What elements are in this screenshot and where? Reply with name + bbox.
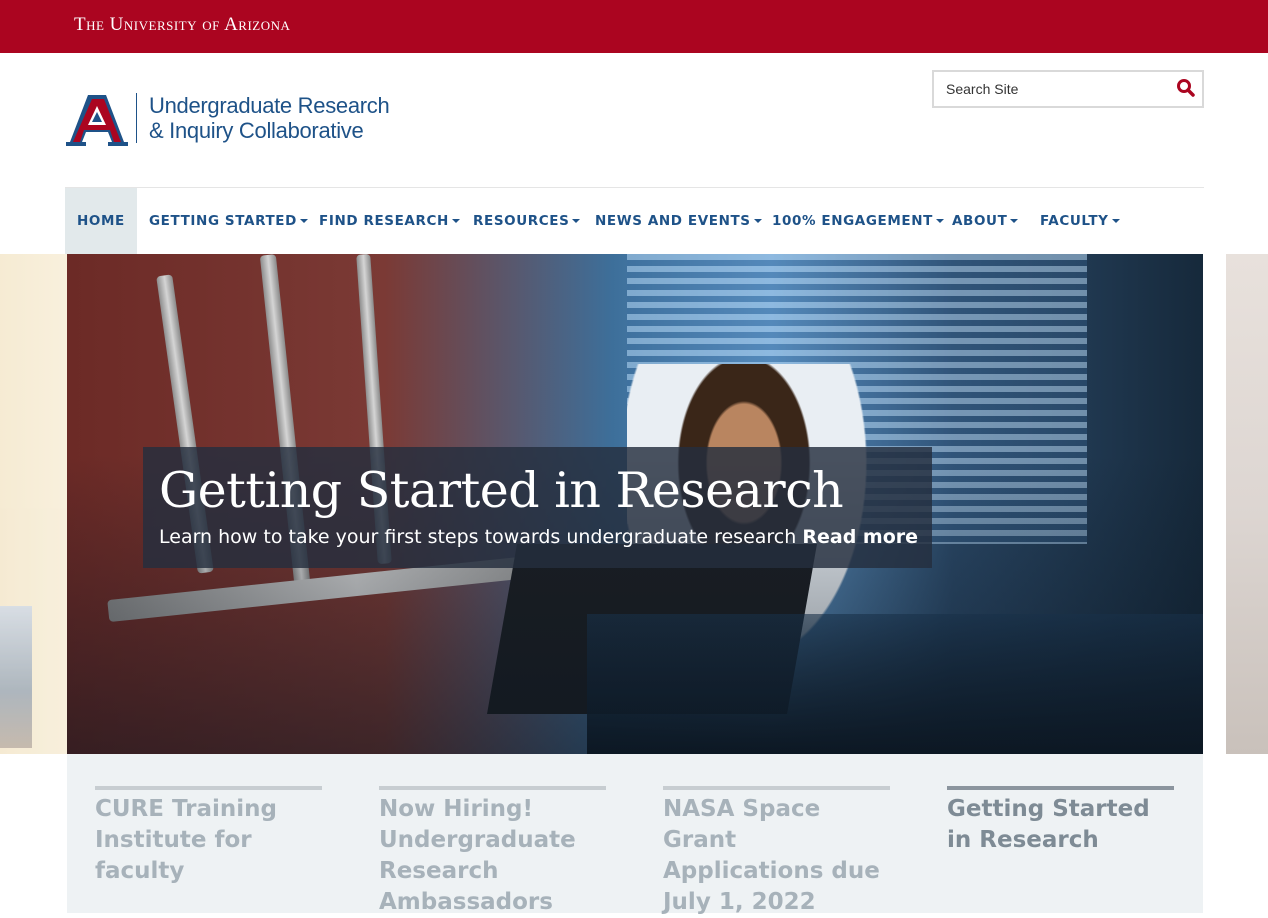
read-more-link[interactable]: Read more (802, 526, 918, 548)
university-wordmark[interactable]: The University of Arizona (74, 14, 290, 36)
carousel-tab-nasa-space-grant[interactable]: NASA Space Grant Applications due July 1… (663, 786, 890, 918)
nav-item-home[interactable]: HOME (65, 188, 137, 254)
carousel-tab-getting-started[interactable]: Getting Started in Research (947, 786, 1174, 856)
nav-item-find-research[interactable]: FIND RESEARCH (319, 188, 460, 254)
carousel-tab-title: Getting Started in Research (947, 796, 1150, 853)
hero-slide[interactable]: Getting Started in Research Learn how to… (67, 254, 1203, 754)
hero-caption: Getting Started in Research Learn how to… (143, 447, 932, 568)
nav-item-label: GETTING STARTED (149, 213, 297, 229)
caret-down-icon (1010, 219, 1019, 223)
hero-title: Getting Started in Research (159, 462, 844, 519)
caret-down-icon (935, 219, 944, 223)
university-a-logo-icon[interactable] (66, 92, 128, 148)
unit-name-line-2: & Inquiry Collaborative (149, 118, 364, 143)
next-slide-preview[interactable] (1226, 254, 1268, 754)
nav-item-faculty[interactable]: FACULTY (1040, 188, 1120, 254)
unit-name-line-1: Undergraduate Research (149, 93, 390, 118)
carousel-tab-cure-training[interactable]: CURE Training Institute for faculty (95, 786, 322, 887)
caret-down-icon (753, 219, 762, 223)
nav-item-about[interactable]: ABOUT (952, 188, 1019, 254)
hero-subtitle: Learn how to take your first steps towar… (159, 525, 918, 549)
nav-item-label: RESOURCES (473, 213, 570, 229)
nav-item-label: FACULTY (1040, 213, 1109, 229)
nav-item-label: NEWS AND EVENTS (595, 213, 751, 229)
caret-down-icon (451, 219, 460, 223)
previous-slide-image (0, 606, 32, 748)
nav-item-label: FIND RESEARCH (319, 213, 449, 229)
nav-item-label: ABOUT (952, 213, 1008, 229)
nav-item-news-and-events[interactable]: NEWS AND EVENTS (595, 188, 762, 254)
caret-down-icon (572, 219, 581, 223)
search-icon[interactable] (1176, 78, 1196, 98)
search-box (932, 70, 1204, 108)
previous-slide-preview[interactable] (0, 254, 67, 754)
carousel-tab-title: Now Hiring! Undergraduate Research Ambas… (379, 796, 576, 915)
carousel-tab-title: CURE Training Institute for faculty (95, 796, 277, 884)
hero-carousel: Getting Started in Research Learn how to… (0, 254, 1268, 754)
nav-item-getting-started[interactable]: GETTING STARTED (149, 188, 308, 254)
nav-item-label: 100% ENGAGEMENT (772, 213, 933, 229)
carousel-tab-title: NASA Space Grant Applications due July 1… (663, 796, 880, 915)
top-banner: The University of Arizona (0, 0, 1268, 53)
nav-item-100-engagement[interactable]: 100% ENGAGEMENT (772, 188, 944, 254)
hero-subtitle-text: Learn how to take your first steps towar… (159, 526, 797, 548)
carousel-tab-now-hiring[interactable]: Now Hiring! Undergraduate Research Ambas… (379, 786, 606, 918)
caret-down-icon (299, 219, 308, 223)
search-input[interactable] (944, 72, 1168, 106)
carousel-tabs: CURE Training Institute for faculty Now … (67, 754, 1203, 915)
main-navigation: HOME GETTING STARTED FIND RESEARCH RESOU… (65, 187, 1204, 254)
unit-name[interactable]: Undergraduate Research & Inquiry Collabo… (136, 93, 390, 143)
nav-item-resources[interactable]: RESOURCES (473, 188, 581, 254)
nav-item-label: HOME (77, 213, 125, 229)
caret-down-icon (1111, 219, 1120, 223)
